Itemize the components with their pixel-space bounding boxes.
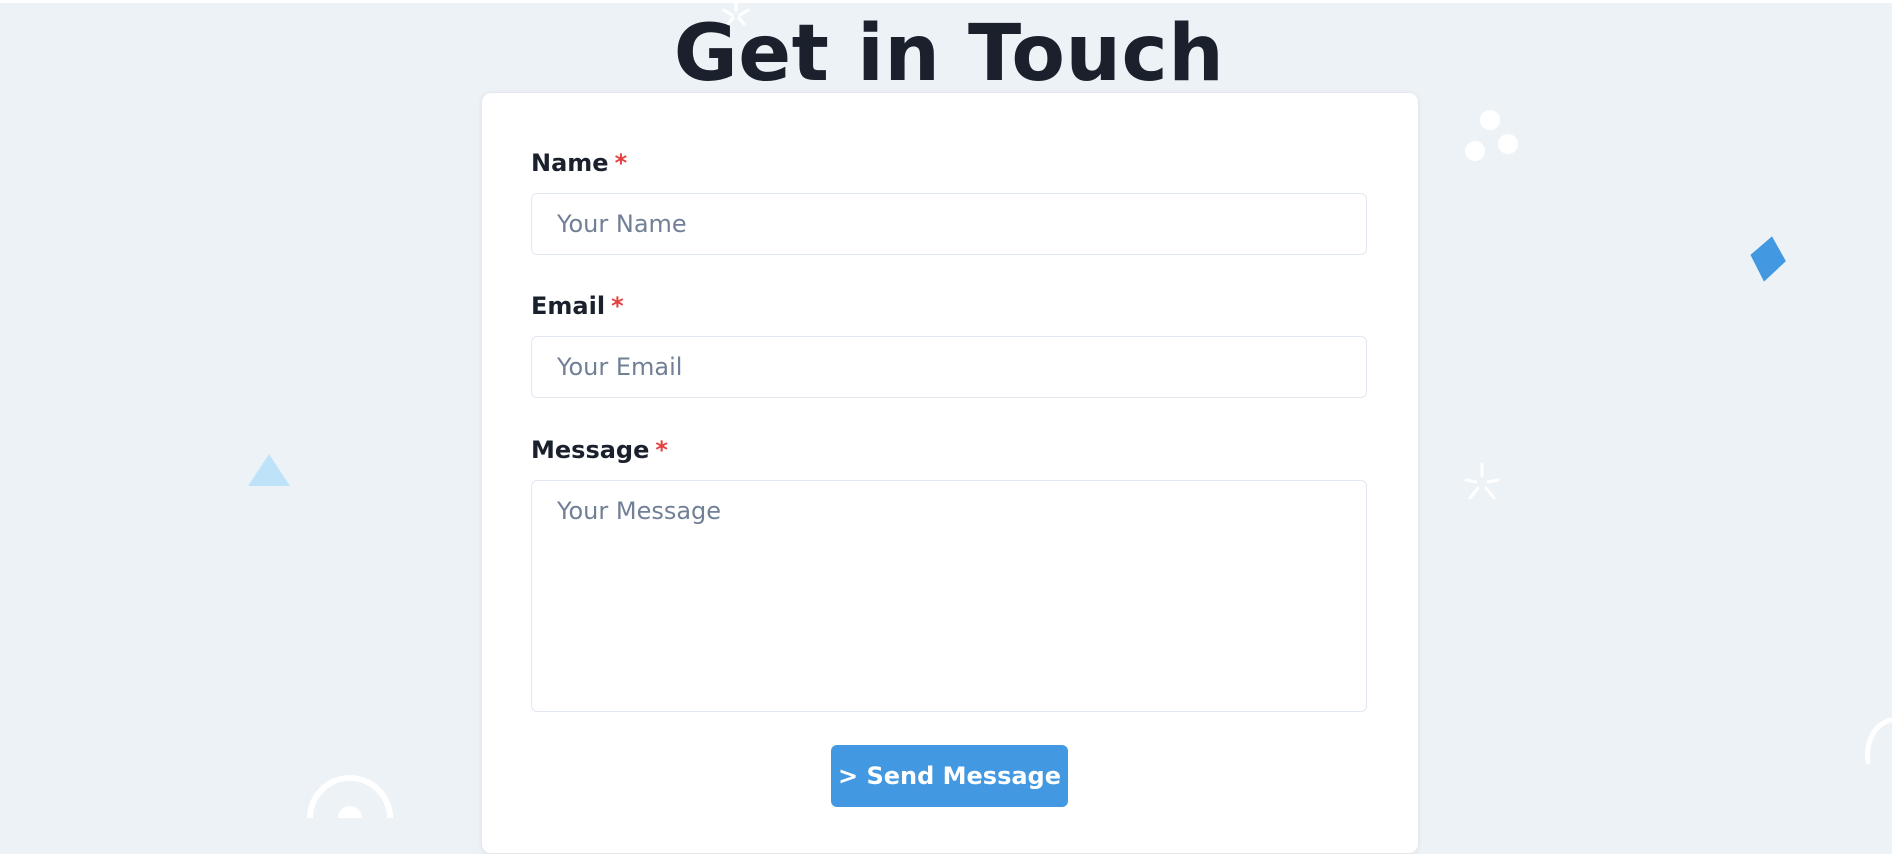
- top-strip: [0, 0, 1892, 3]
- decor-triangle: [248, 454, 290, 486]
- email-field[interactable]: [531, 336, 1367, 398]
- email-label-text: Email: [531, 292, 606, 320]
- required-marker: *: [614, 149, 628, 177]
- decor-sparkle-right: [1464, 462, 1500, 500]
- decor-dots: [1465, 110, 1518, 161]
- required-marker: *: [611, 292, 624, 320]
- decor-arc-right: [1865, 717, 1892, 765]
- decor-ring-bottom: [307, 775, 393, 818]
- page-title: Get in Touch: [673, 9, 1225, 99]
- message-field[interactable]: [531, 480, 1367, 712]
- decor-diamond: [1750, 236, 1786, 282]
- name-field[interactable]: [531, 193, 1367, 255]
- email-label: Email *: [531, 290, 624, 322]
- required-marker: *: [655, 436, 668, 464]
- contact-form: Name* Email* Message* > Send Message: [481, 92, 1419, 854]
- message-label: Message *: [531, 434, 668, 466]
- name-label-text: Name: [531, 149, 609, 177]
- name-label: Name *: [531, 147, 627, 179]
- message-label-text: Message: [531, 436, 650, 464]
- send-message-button[interactable]: > Send Message: [831, 745, 1068, 807]
